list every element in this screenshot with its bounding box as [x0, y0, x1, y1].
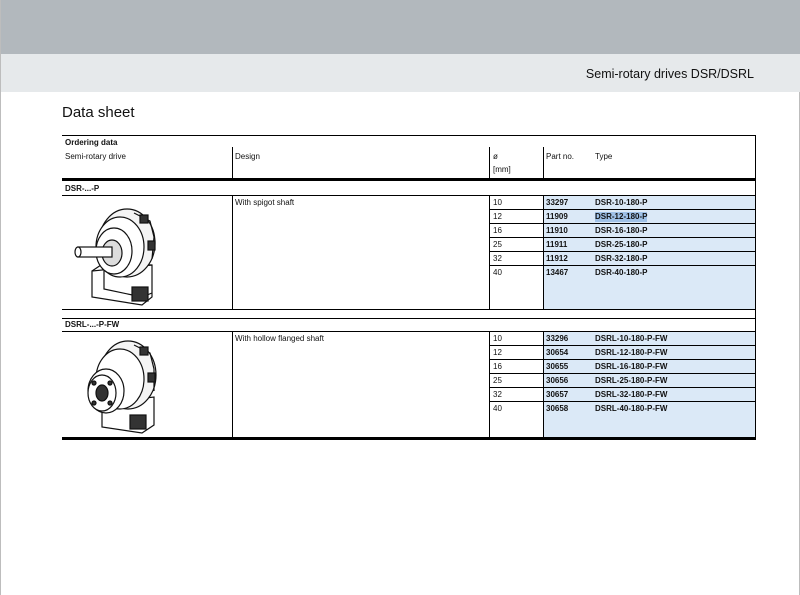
col-sep	[543, 195, 544, 309]
header-sep	[543, 147, 544, 178]
table-cell-part-no: 11910	[546, 226, 568, 235]
row-rule	[489, 223, 755, 224]
col-sep	[489, 331, 490, 437]
table-cell-type-selected[interactable]: DSR-12-180-P	[595, 212, 648, 222]
col-header-part-no: Part no.	[546, 152, 575, 161]
table-cell-diameter: 10	[493, 198, 502, 207]
page-title: Data sheet	[62, 104, 135, 121]
row-rule	[489, 251, 755, 252]
table-cell-diameter: 40	[493, 404, 502, 413]
group-rule	[62, 318, 756, 319]
col-sep	[232, 331, 233, 437]
ordering-data-table: Ordering data Semi-rotary drive Design ø…	[62, 135, 756, 440]
row-rule	[489, 209, 755, 210]
table-cell-type: DSR-40-180-P	[595, 268, 648, 277]
design-text: With spigot shaft	[235, 198, 295, 207]
table-cell-type: DSR-32-180-P	[595, 254, 648, 263]
group-title-dsrl: DSRL-...-P-FW	[65, 320, 120, 329]
type-highlight-area	[543, 196, 755, 310]
row-rule	[489, 359, 755, 360]
row-rule	[489, 373, 755, 374]
table-cell-part-no: 11909	[546, 212, 568, 221]
table-cell-type: DSRL-40-180-P-FW	[595, 404, 668, 413]
document-viewer-window: Semi-rotary drives DSR/DSRL Data sheet O…	[0, 0, 800, 595]
table-cell-diameter: 12	[493, 348, 502, 357]
row-rule	[489, 237, 755, 238]
table-cell-type: DSR-25-180-P	[595, 240, 648, 249]
table-cell-type: DSRL-10-180-P-FW	[595, 334, 668, 343]
table-cell-diameter: 25	[493, 376, 502, 385]
table-cell-type: DSR-10-180-P	[595, 198, 648, 207]
col-header-type: Type	[595, 152, 613, 161]
group-title-dsr: DSR-...-P	[65, 184, 100, 193]
table-cell-part-no: 30657	[546, 390, 569, 399]
header-sep	[489, 147, 490, 178]
table-cell-diameter: 16	[493, 226, 502, 235]
table-cell-part-no: 13467	[546, 268, 569, 277]
table-cell-diameter: 32	[493, 390, 502, 399]
row-rule	[489, 387, 755, 388]
table-cell-type: DSRL-12-180-P-FW	[595, 348, 668, 357]
table-cell-diameter: 32	[493, 254, 502, 263]
col-sep	[232, 195, 233, 309]
semi-rotary-drive-spigot-shaft-icon	[72, 201, 162, 307]
table-cell-part-no: 30654	[546, 348, 569, 357]
table-cell-diameter: 12	[493, 212, 502, 221]
table-cell-type: DSRL-32-180-P-FW	[595, 390, 668, 399]
design-text: With hollow flanged shaft	[235, 334, 324, 343]
col-header-design: Design	[235, 152, 260, 161]
header-sep	[232, 147, 233, 178]
semi-rotary-drive-hollow-flanged-shaft-icon	[72, 335, 162, 435]
group-end-rule	[62, 309, 756, 310]
section-title: Ordering data	[65, 138, 118, 147]
table-cell-diameter: 16	[493, 362, 502, 371]
table-top-rule	[62, 135, 756, 136]
col-sep	[489, 195, 490, 309]
row-rule	[489, 401, 755, 402]
document-header-title: Semi-rotary drives DSR/DSRL	[585, 67, 754, 81]
table-cell-part-no: 30656	[546, 376, 569, 385]
header-thick-rule	[62, 178, 756, 181]
col-header-diameter-unit: [mm]	[493, 165, 511, 174]
table-cell-part-no: 33297	[546, 198, 569, 207]
table-cell-type: DSRL-16-180-P-FW	[595, 362, 668, 371]
row-rule	[489, 345, 755, 346]
col-header-product: Semi-rotary drive	[65, 152, 126, 161]
table-cell-diameter: 25	[493, 240, 502, 249]
col-sep	[543, 331, 544, 437]
table-cell-part-no: 11911	[546, 240, 568, 249]
col-header-diameter: ø	[493, 152, 498, 161]
viewer-toolbar-area	[1, 0, 800, 54]
table-bottom-rule	[62, 437, 756, 440]
table-cell-diameter: 10	[493, 334, 502, 343]
table-cell-part-no: 11912	[546, 254, 568, 263]
table-cell-part-no: 30655	[546, 362, 569, 371]
table-cell-type: DSR-16-180-P	[595, 226, 648, 235]
row-rule	[489, 265, 755, 266]
table-cell-diameter: 40	[493, 268, 502, 277]
table-cell-type: DSRL-25-180-P-FW	[595, 376, 668, 385]
table-cell-part-no: 30658	[546, 404, 569, 413]
table-cell-part-no: 33296	[546, 334, 569, 343]
